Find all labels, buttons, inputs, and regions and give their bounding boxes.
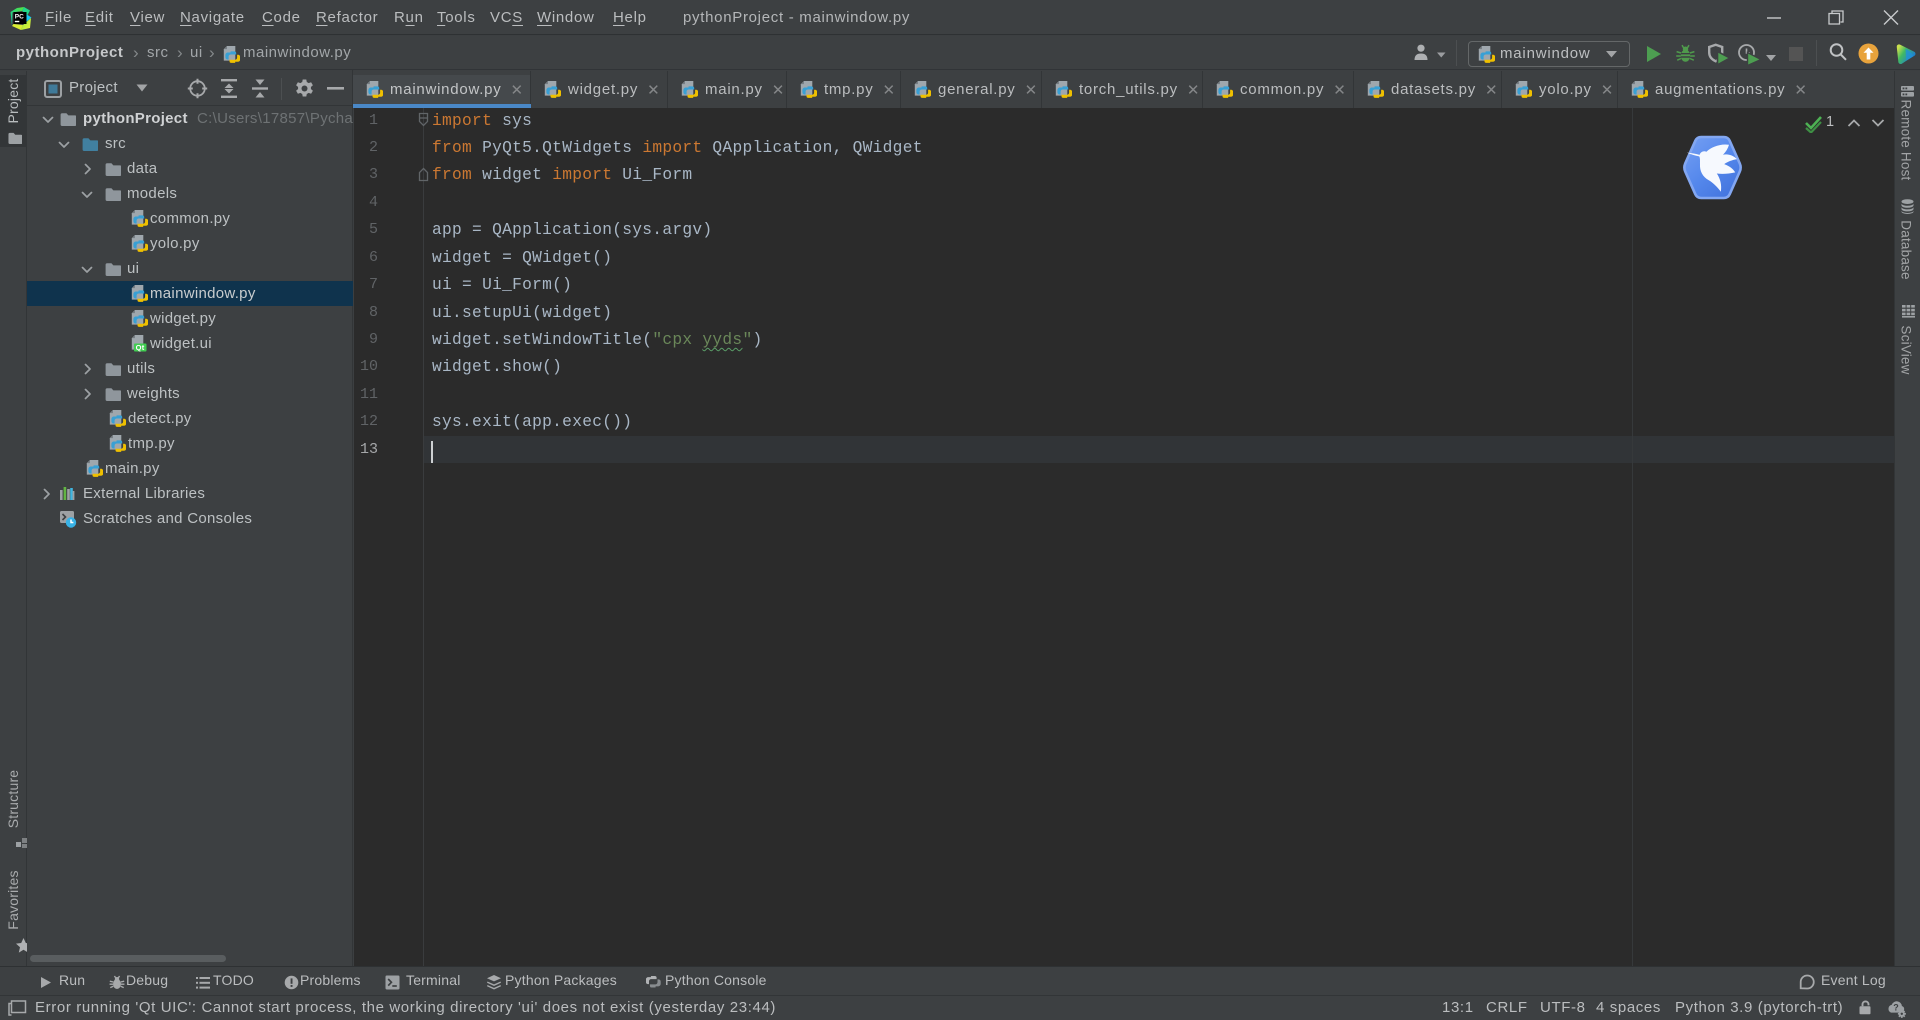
- svg-text:PC: PC: [15, 14, 24, 21]
- svg-text:?: ?: [1893, 1003, 1899, 1013]
- svg-text:Qt: Qt: [136, 343, 145, 352]
